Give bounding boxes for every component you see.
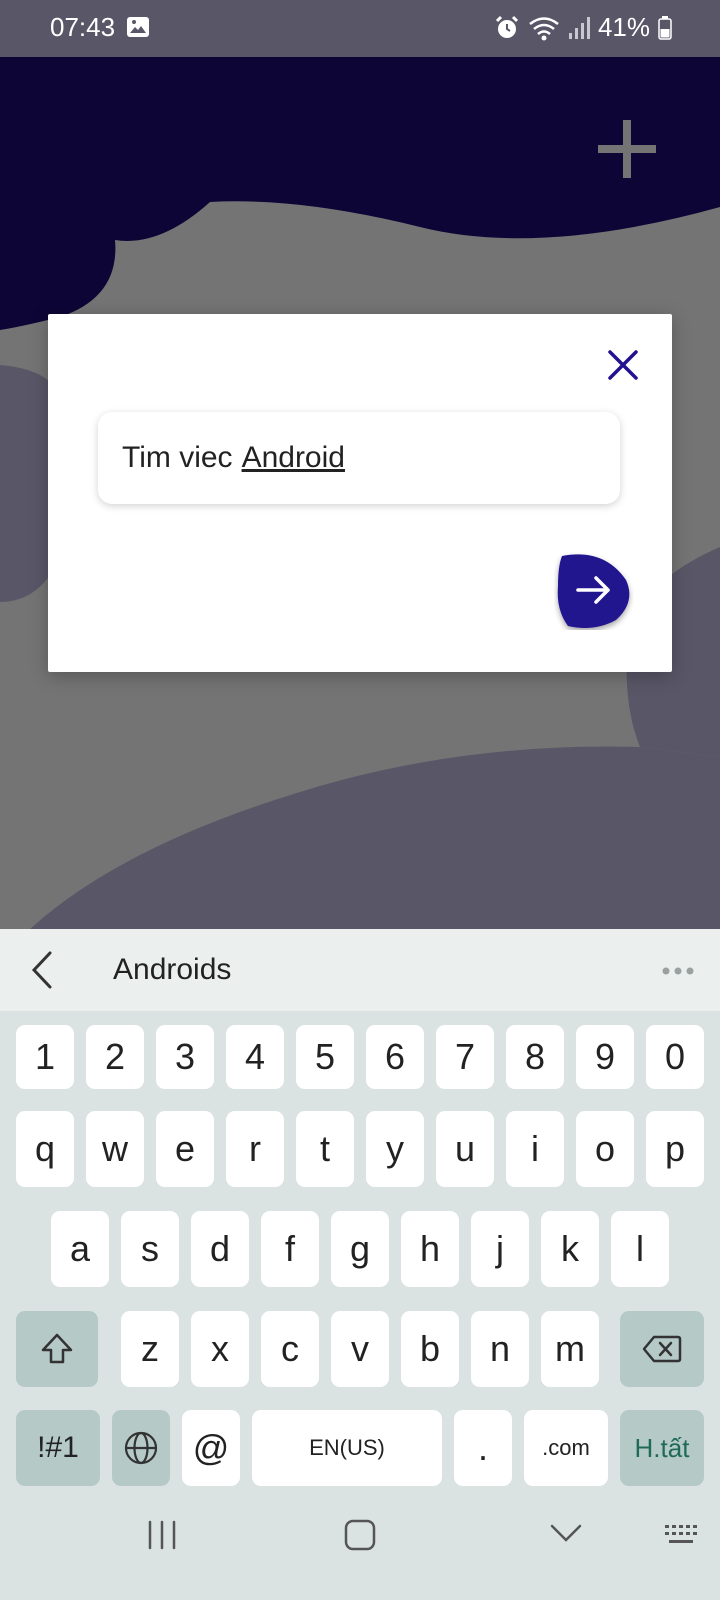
key-1[interactable]: 1 xyxy=(16,1025,74,1089)
key-m[interactable]: m xyxy=(541,1311,599,1387)
chevron-left-icon[interactable] xyxy=(28,949,58,991)
key-y[interactable]: y xyxy=(366,1111,424,1187)
key-s[interactable]: s xyxy=(121,1211,179,1287)
key-f[interactable]: f xyxy=(261,1211,319,1287)
status-bar: 07:43 41% xyxy=(0,0,720,57)
key-5[interactable]: 5 xyxy=(296,1025,354,1089)
key-d[interactable]: d xyxy=(191,1211,249,1287)
key-z[interactable]: z xyxy=(121,1311,179,1387)
backspace-icon xyxy=(642,1335,682,1363)
suggestion-word[interactable]: Androids xyxy=(113,953,231,987)
key-4[interactable]: 4 xyxy=(226,1025,284,1089)
key-v[interactable]: v xyxy=(331,1311,389,1387)
key-3[interactable]: 3 xyxy=(156,1025,214,1089)
shift-key[interactable] xyxy=(16,1311,98,1387)
key-6[interactable]: 6 xyxy=(366,1025,424,1089)
battery-icon xyxy=(658,15,672,40)
key-x[interactable]: x xyxy=(191,1311,249,1387)
search-dialog: Tim viec Android xyxy=(48,314,672,672)
key-k[interactable]: k xyxy=(541,1211,599,1287)
key-h[interactable]: h xyxy=(401,1211,459,1287)
chevron-down-icon[interactable] xyxy=(548,1520,584,1546)
key-w[interactable]: w xyxy=(86,1111,144,1187)
input-composing-word: Android xyxy=(241,441,345,474)
key-o[interactable]: o xyxy=(576,1111,634,1187)
key-a[interactable]: a xyxy=(51,1211,109,1287)
more-options-icon[interactable] xyxy=(661,966,695,976)
period-key[interactable]: . xyxy=(454,1410,512,1486)
keyboard-icon[interactable] xyxy=(664,1522,700,1548)
key-j[interactable]: j xyxy=(471,1211,529,1287)
wifi-icon xyxy=(529,16,559,40)
key-n[interactable]: n xyxy=(471,1311,529,1387)
add-icon[interactable] xyxy=(598,120,656,178)
search-input[interactable]: Tim viec Android xyxy=(98,412,620,504)
submit-arrow-button[interactable] xyxy=(554,550,634,630)
key-8[interactable]: 8 xyxy=(506,1025,564,1089)
key-c[interactable]: c xyxy=(261,1311,319,1387)
key-b[interactable]: b xyxy=(401,1311,459,1387)
key-0[interactable]: 0 xyxy=(646,1025,704,1089)
backspace-key[interactable] xyxy=(620,1311,704,1387)
key-t[interactable]: t xyxy=(296,1111,354,1187)
key-r[interactable]: r xyxy=(226,1111,284,1187)
key-l[interactable]: l xyxy=(611,1211,669,1287)
at-key[interactable]: @ xyxy=(182,1410,240,1486)
home-icon[interactable] xyxy=(343,1518,377,1552)
navigation-bar xyxy=(0,1498,720,1600)
status-indicators: 41% xyxy=(494,12,672,43)
recent-apps-icon[interactable] xyxy=(146,1518,178,1552)
symbols-key[interactable]: !#1 xyxy=(16,1410,100,1486)
key-g[interactable]: g xyxy=(331,1211,389,1287)
signal-icon xyxy=(568,16,590,39)
battery-percent: 41% xyxy=(597,12,650,42)
key-p[interactable]: p xyxy=(646,1111,704,1187)
key-2[interactable]: 2 xyxy=(86,1025,144,1089)
done-key[interactable]: H.tất xyxy=(620,1410,704,1486)
key-u[interactable]: u xyxy=(436,1111,494,1187)
key-q[interactable]: q xyxy=(16,1111,74,1187)
key-e[interactable]: e xyxy=(156,1111,214,1187)
close-icon[interactable] xyxy=(602,344,644,386)
key-7[interactable]: 7 xyxy=(436,1025,494,1089)
key-i[interactable]: i xyxy=(506,1111,564,1187)
key-9[interactable]: 9 xyxy=(576,1025,634,1089)
globe-icon xyxy=(124,1431,158,1465)
alarm-icon xyxy=(495,15,519,38)
suggestion-bar: Androids xyxy=(0,929,720,1011)
status-time: 07:43 xyxy=(50,12,116,42)
dotcom-key[interactable]: .com xyxy=(524,1410,608,1486)
shift-icon xyxy=(41,1333,73,1364)
image-notification-icon xyxy=(127,17,149,37)
language-key[interactable] xyxy=(112,1410,170,1486)
input-prefix-text: Tim viec xyxy=(122,441,233,474)
space-key[interactable]: EN(US) xyxy=(252,1410,442,1486)
